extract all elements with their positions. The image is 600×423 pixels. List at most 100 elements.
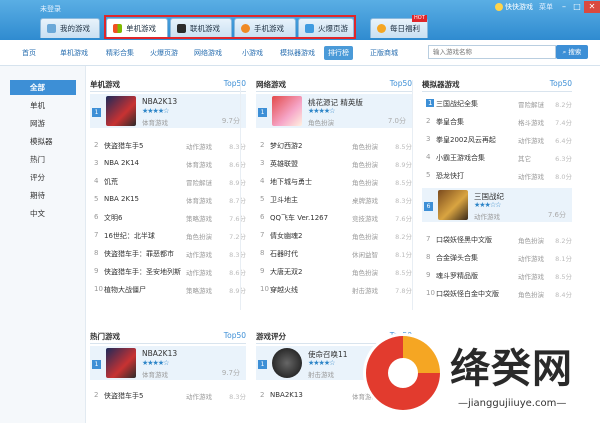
game-name: 侠盗猎车手5 <box>104 392 144 400</box>
featured-game[interactable]: 1 NBA2K13 ★★★★☆ 体育游戏 9.7分 <box>90 94 246 128</box>
rating-stars: ★★★★☆ <box>308 359 335 367</box>
category-upcoming[interactable]: 期待 <box>10 188 76 203</box>
top50-link[interactable]: Top50 <box>224 331 246 340</box>
top50-link[interactable]: Top50 <box>390 79 412 88</box>
game-genre: 桌牌游戏 <box>352 197 378 205</box>
rank: 4 <box>426 153 431 161</box>
list-item[interactable]: 7 16世纪：北半球 角色扮演 7.2分 <box>90 228 246 243</box>
highlight-box <box>104 15 356 39</box>
panel-header: 热门游戏 Top50 <box>90 330 246 344</box>
list-item[interactable]: 10 口袋妖怪白金中文版 角色扮演 8.4分 <box>422 286 572 301</box>
list-item[interactable]: 5 卫斗地主 桌牌游戏 8.3分 <box>256 192 412 207</box>
game-score: 7.6分 <box>229 215 246 223</box>
subnav-rankings[interactable]: 排行榜 <box>324 46 353 60</box>
game-genre: 角色扮演 <box>518 237 544 245</box>
game-name: 倩女幽魂2 <box>270 232 303 240</box>
category-chinese[interactable]: 中文 <box>10 206 76 221</box>
panel-title: 单机游戏 <box>90 80 120 89</box>
list-item[interactable]: 9 魂斗罗精品版 动作游戏 8.5分 <box>422 268 572 283</box>
list-item[interactable]: 10 植物大战僵尸 策略游戏 8.9分 <box>90 282 246 297</box>
category-rating[interactable]: 评分 <box>10 170 76 185</box>
menu-button[interactable]: 菜单 <box>539 2 553 12</box>
search-input[interactable] <box>428 45 556 59</box>
game-genre: 角色扮演 <box>352 179 378 187</box>
game-genre: 角色扮演 <box>186 233 212 241</box>
watermark-url: —jianggujiiuye.com— <box>458 398 567 409</box>
tab-my-games[interactable]: 我的游戏 <box>40 18 100 38</box>
subnav-online[interactable]: 网络游戏 <box>190 46 226 60</box>
list-item[interactable]: 5 恐龙快打 动作游戏 8.0分 <box>422 168 572 183</box>
close-icon[interactable]: ✕ <box>584 1 600 13</box>
list-item[interactable]: 3 NBA 2K14 体育游戏 8.6分 <box>90 156 246 171</box>
game-genre: 动作游戏 <box>518 173 544 181</box>
rank: 9 <box>426 271 431 279</box>
subnav-emulator[interactable]: 模拟器游戏 <box>276 46 319 60</box>
list-item[interactable]: 8 合金弹头合集 动作游戏 8.1分 <box>422 250 572 265</box>
list-item[interactable]: 4 小霸王游戏合集 其它 6.3分 <box>422 150 572 165</box>
list-item[interactable]: 4 地下城与勇士 角色扮演 8.5分 <box>256 174 412 189</box>
rank: 8 <box>426 253 431 261</box>
rank-badge: 6 <box>424 202 433 211</box>
game-name: 口袋妖怪白金中文版 <box>436 290 499 298</box>
featured-game[interactable]: 1 NBA2K13 ★★★★☆ 体育游戏 9.7分 <box>90 346 246 380</box>
list-item[interactable]: 1 三国战纪全集 冒险解谜 8.2分 <box>422 96 572 111</box>
top50-link[interactable]: Top50 <box>224 79 246 88</box>
search-button-label: 搜索 <box>568 48 582 56</box>
game-score: 8.3分 <box>229 251 246 259</box>
game-name: 恐龙快打 <box>436 172 464 180</box>
featured-game[interactable]: 6 三国战纪 ★★★☆☆ 动作游戏 7.6分 <box>422 188 572 222</box>
list-item[interactable]: 9 侠盗猎车手：圣安地列斯 动作游戏 8.6分 <box>90 264 246 279</box>
game-genre: 角色扮演 <box>518 291 544 299</box>
category-all[interactable]: 全部 <box>10 80 76 95</box>
minimize-icon[interactable]: – <box>558 1 570 13</box>
list-item[interactable]: 7 倩女幽魂2 角色扮演 8.2分 <box>256 228 412 243</box>
game-genre: 动作游戏 <box>474 213 500 221</box>
category-online[interactable]: 网游 <box>10 116 76 131</box>
list-item[interactable]: 2 拳皇合集 格斗游戏 7.4分 <box>422 114 572 129</box>
column-divider <box>412 80 413 310</box>
list-item[interactable]: 3 拳皇2002风云再起 动作游戏 6.4分 <box>422 132 572 147</box>
category-emulator[interactable]: 模拟器 <box>10 134 76 149</box>
game-score: 7.8分 <box>395 287 412 295</box>
list-item[interactable]: 8 石器时代 休闲益智 8.1分 <box>256 246 412 261</box>
rank-badge: 1 <box>258 360 267 369</box>
category-single[interactable]: 单机 <box>10 98 76 113</box>
list-item[interactable]: 2 侠盗猎车手5 动作游戏 8.3分 <box>90 138 246 153</box>
category-hot[interactable]: 热门 <box>10 152 76 167</box>
panel-emulator: 模拟器游戏 Top50 1 三国战纪全集 冒险解谜 8.2分 2 拳皇合集 格斗游戏 7.4… <box>422 78 572 308</box>
list-item[interactable]: 5 NBA 2K15 体育游戏 8.7分 <box>90 192 246 207</box>
game-genre: 策略游戏 <box>186 215 212 223</box>
subnav-web[interactable]: 火爆页游 <box>146 46 182 60</box>
game-score: 8.6分 <box>229 269 246 277</box>
list-item[interactable]: 10 穿越火线 射击游戏 7.8分 <box>256 282 412 297</box>
top50-link[interactable]: Top50 <box>550 79 572 88</box>
game-genre: 策略游戏 <box>186 287 212 295</box>
game-name: NBA2K13 <box>142 349 178 358</box>
list-item[interactable]: 2 侠盗猎车手5 动作游戏 8.3分 <box>90 388 246 403</box>
list-item[interactable]: 3 英雄联盟 角色扮演 8.9分 <box>256 156 412 171</box>
login-status[interactable]: 未登录 <box>40 4 61 14</box>
game-score: 8.9分 <box>229 287 246 295</box>
subnav-collections[interactable]: 精彩合集 <box>102 46 138 60</box>
subnav-single[interactable]: 单机游戏 <box>56 46 92 60</box>
featured-game[interactable]: 1 桃花源记 精英版 ★★★★☆ 角色扮演 7.0分 <box>256 94 412 128</box>
list-item[interactable]: 6 QQ飞车 Ver.1267 竞技游戏 7.6分 <box>256 210 412 225</box>
game-name: NBA 2K15 <box>104 195 140 203</box>
game-genre: 体育游戏 <box>142 371 168 379</box>
subnav-home[interactable]: 首页 <box>18 46 40 60</box>
subnav-mini[interactable]: 小游戏 <box>238 46 267 60</box>
list-item[interactable]: 6 文明6 策略游戏 7.6分 <box>90 210 246 225</box>
rank: 8 <box>260 249 265 257</box>
game-score: 7.0分 <box>387 117 406 125</box>
list-item[interactable]: 2 梦幻西游2 角色扮演 8.5分 <box>256 138 412 153</box>
tab-label: 我的游戏 <box>60 24 90 33</box>
search-button[interactable]: ⌕ 搜索 <box>556 45 588 59</box>
list-item[interactable]: 7 口袋妖怪黑中文版 角色扮演 8.2分 <box>422 232 572 247</box>
maximize-icon[interactable]: □ <box>571 1 583 13</box>
list-item[interactable]: 8 侠盗猎车手：罪恶都市 动作游戏 8.3分 <box>90 246 246 261</box>
subnav-store[interactable]: 正版商城 <box>366 46 402 60</box>
rank: 4 <box>94 177 99 185</box>
list-item[interactable]: 9 大唐无双2 角色扮演 8.5分 <box>256 264 412 279</box>
game-name: 梦幻西游2 <box>270 142 303 150</box>
list-item[interactable]: 4 饥荒 冒险解谜 8.9分 <box>90 174 246 189</box>
